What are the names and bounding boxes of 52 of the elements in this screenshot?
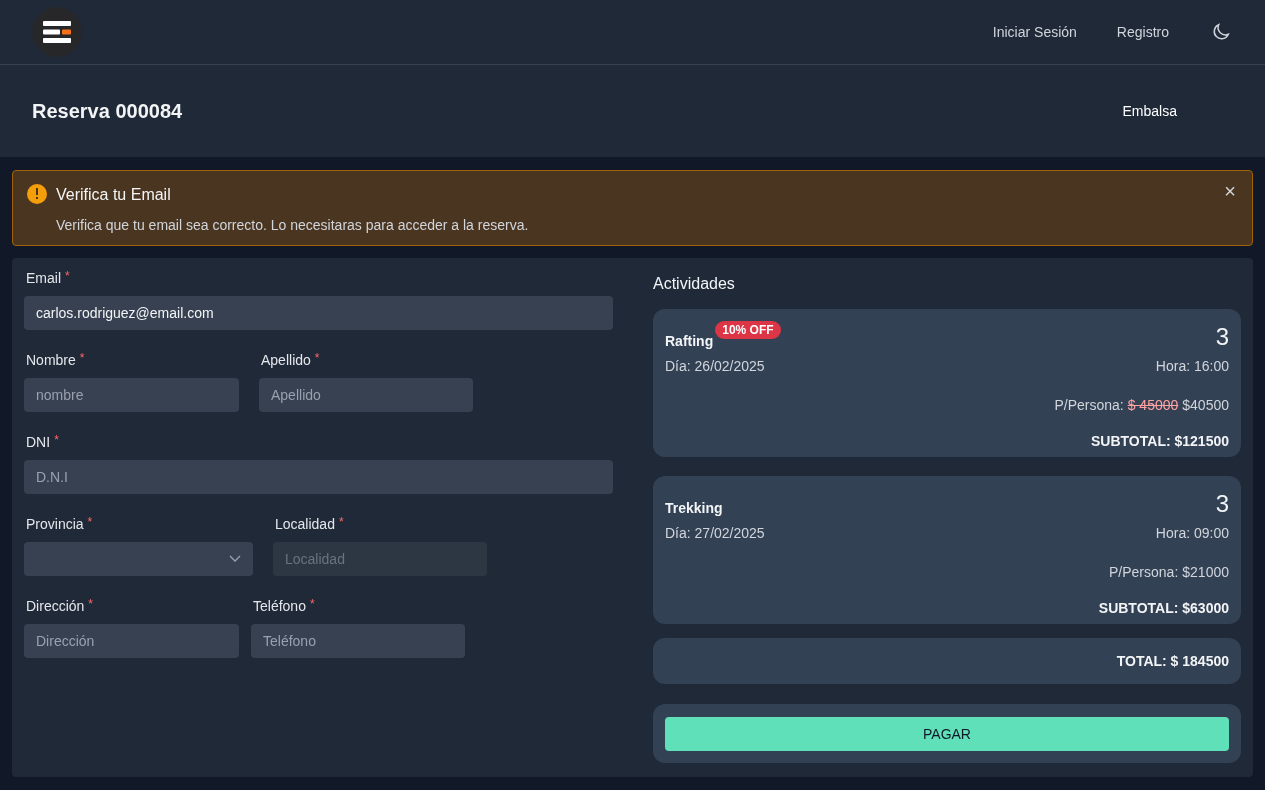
field-label: DNI [26, 433, 51, 452]
activity-date: Día: 27/02/2025 [665, 524, 765, 543]
input-field[interactable]: Apellido [259, 378, 473, 412]
alert-title: Verifica tu Email [56, 185, 172, 205]
close-button[interactable]: × [1224, 181, 1236, 201]
total-text: TOTAL: $ 184500 [653, 638, 1241, 684]
original-price: $ 45000 [1127, 396, 1179, 415]
required-mark: * [54, 432, 59, 449]
field-label: Provincia [26, 515, 84, 534]
field-label: Localidad [275, 515, 335, 534]
discount-badge: 10% OFF [715, 321, 781, 339]
required-mark: * [79, 350, 85, 367]
input-field[interactable]: carlos.rodriguez@email.com [24, 296, 613, 330]
price-label: P/Persona: [1109, 563, 1179, 582]
input-field[interactable]: D.N.I [24, 460, 613, 494]
login-link[interactable]: Iniciar Sesión [992, 22, 1077, 42]
activity-name: Rafting [665, 332, 714, 351]
field-label: Nombre [26, 351, 76, 370]
required-mark: * [314, 350, 320, 367]
warning-icon [27, 184, 47, 204]
required-mark: * [87, 514, 93, 531]
required-mark: * [309, 596, 315, 613]
input-field[interactable]: Teléfono [251, 624, 465, 658]
logo-icon[interactable] [32, 7, 82, 57]
required-mark: * [88, 596, 94, 613]
activity-time: Hora: 09:00 [1155, 524, 1229, 543]
input-field[interactable]: Dirección [24, 624, 239, 658]
input-field[interactable]: nombre [24, 378, 239, 412]
activity-name: Trekking [665, 499, 723, 518]
section-title: Actividades [653, 274, 736, 294]
chevron-down-icon [229, 555, 241, 563]
alert-message: Verifica que tu email sea correcto. Lo necesitaras para acceder a la reserva. [56, 216, 530, 235]
quantity-value: 3 [1215, 492, 1229, 516]
required-mark: * [338, 514, 344, 531]
field-label: Apellido [261, 351, 311, 370]
subtotal-text: SUBTOTAL: $63000 [1097, 599, 1229, 618]
select-field[interactable] [24, 542, 253, 576]
activity-date: Día: 26/02/2025 [665, 357, 765, 376]
pay-button[interactable]: PAGAR [665, 716, 1229, 751]
location-label: Embalsa [1122, 102, 1177, 121]
field-label: Email [26, 269, 61, 288]
subtotal-text: SUBTOTAL: $121500 [1090, 432, 1229, 451]
field-label: Dirección [26, 597, 85, 616]
register-link[interactable]: Registro [1116, 22, 1169, 42]
quantity-value: 3 [1215, 325, 1229, 349]
required-mark: * [65, 268, 70, 285]
activity-time: Hora: 16:00 [1155, 357, 1229, 376]
field-label: Teléfono [253, 597, 306, 616]
price-label: P/Persona: [1054, 396, 1124, 415]
price-value: $40500 [1182, 396, 1229, 415]
page-title: Reserva 000084 [32, 99, 183, 124]
price-value: $21000 [1182, 563, 1229, 582]
